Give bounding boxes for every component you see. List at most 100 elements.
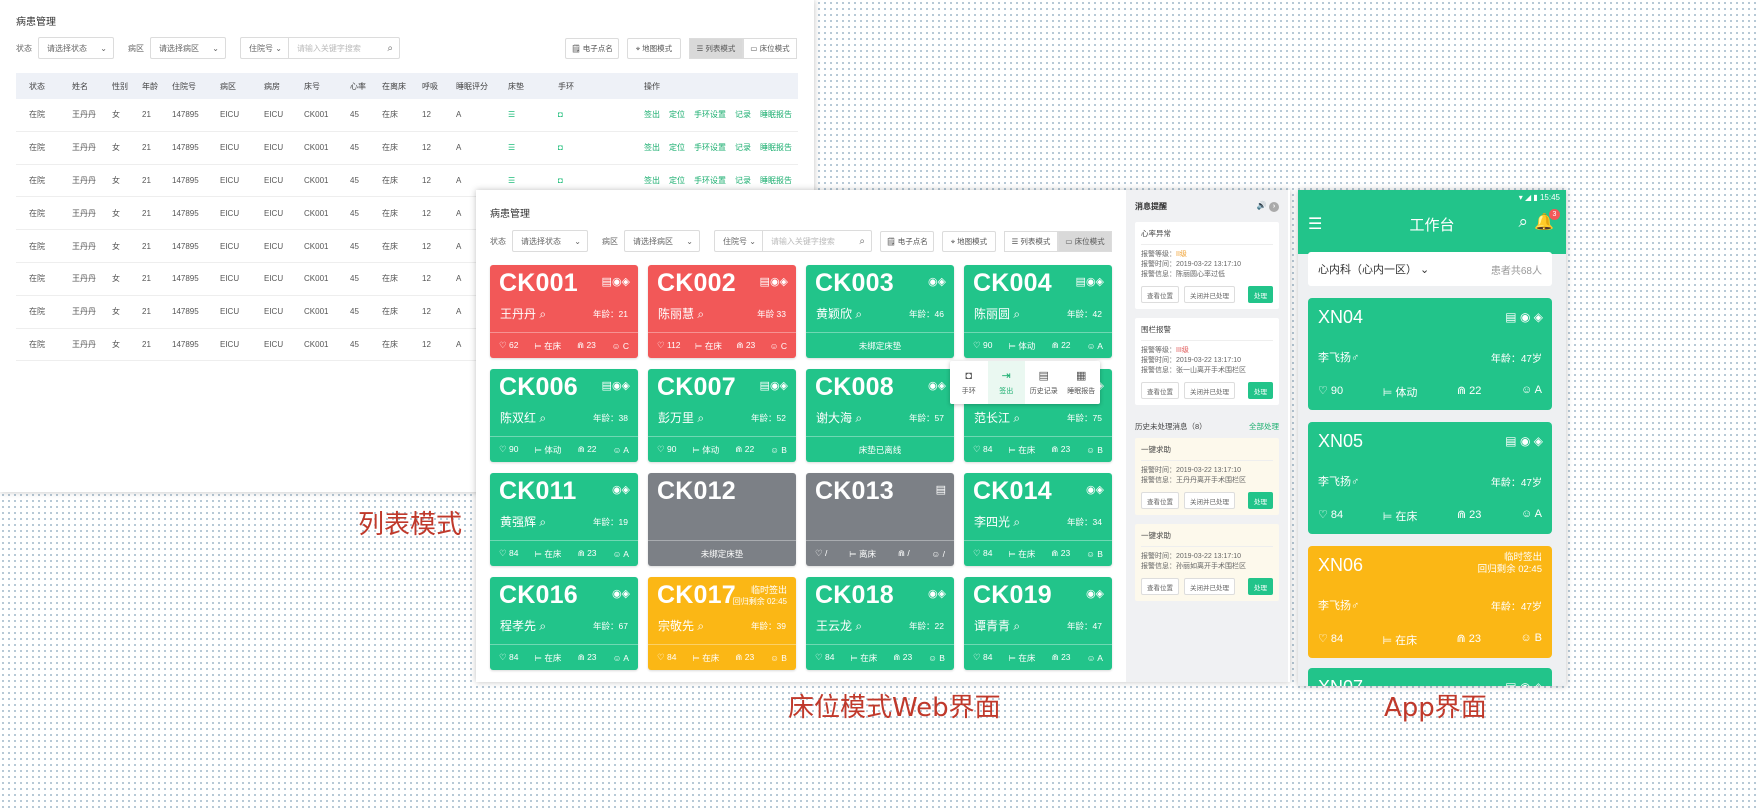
search-icon[interactable]: ⌕: [1010, 307, 1020, 321]
search-input[interactable]: 住院号 ⌄ 请输入关键字搜索 ⌕: [714, 230, 872, 252]
bed-state: ⊨ 在床: [695, 340, 722, 351]
action-link[interactable]: 睡眠报告: [760, 176, 792, 185]
bed-card[interactable]: CK012 未绑定床垫: [648, 473, 796, 566]
bed-card[interactable]: CK019 ◉◈ 谭青青 ⌕ 年龄：47 ♡ 84 ⊨ 在床 ⋒ 23 ☺ A: [964, 577, 1112, 670]
app-bed-card[interactable]: XN06 临时签出 回归剩余 02:45 李飞扬♂ 年龄：47岁 ♡ 84 ⊨ 在床 ⋒ 23…: [1308, 546, 1552, 658]
search-icon[interactable]: ⌕: [694, 307, 704, 321]
wristband-icon[interactable]: ◘: [558, 110, 644, 119]
search-icon[interactable]: ⌕: [536, 307, 546, 321]
bed-card[interactable]: CK006 ▤◉◈ 陈双红 ⌕ 年龄：38 ♡ 90 ⊨ 体动 ⋒ 22 ☺ A: [490, 369, 638, 462]
action-link[interactable]: 记录: [735, 143, 751, 152]
app-bed-card[interactable]: XN07 ▤ ◉ ◈: [1308, 668, 1552, 686]
bed-card[interactable]: CK017 临时签出 回归剩余 02:45 宗敬先 ⌕ 年龄：39 ♡ 84 ⊨ 在床 ⋒ 2…: [648, 577, 796, 670]
bed-card[interactable]: CK004 ▤◉◈ 陈丽圆 ⌕ 年龄：42 ♡ 90 ⊨ 体动 ⋒ 22 ☺ A: [964, 265, 1112, 358]
bed-card[interactable]: CK001 ▤◉◈ 王丹丹 ⌕ 年龄：21 ♡ 62 ⊨ 在床 ⋒ 23 ☺ C: [490, 265, 638, 358]
search-icon[interactable]: ⌕: [536, 515, 546, 529]
search-icon[interactable]: ⌕: [536, 619, 546, 633]
bed-card[interactable]: CK002 ▤◉◈ 陈丽慧 ⌕ 年龄 33 ♡ 112 ⊨ 在床 ⋒ 23 ☺ C: [648, 265, 796, 358]
wristband-icon[interactable]: ◘: [558, 176, 644, 185]
search-icon[interactable]: ⌕: [852, 619, 862, 633]
bed-mode-button[interactable]: ▭ 床位模式: [743, 38, 797, 59]
department-selector[interactable]: 心内科（心内一区） ⌄ 患者共68人: [1308, 252, 1552, 286]
popup-item[interactable]: ▤ 历史记录: [1025, 361, 1063, 404]
table-cell: A: [456, 143, 462, 153]
action-link[interactable]: 记录: [735, 176, 751, 185]
row-actions: 签出 定位 手环设置 记录 睡眠报告: [644, 109, 801, 120]
action-link[interactable]: 睡眠报告: [760, 143, 792, 152]
action-link[interactable]: 手环设置: [694, 143, 726, 152]
sign-button[interactable]: 🗒 电子点名: [565, 38, 619, 59]
status-select[interactable]: 请选择状态 ⌄: [38, 37, 114, 59]
close-handled-button[interactable]: 关闭并已处理: [1184, 492, 1235, 509]
handle-button[interactable]: 处理: [1248, 578, 1273, 595]
handle-button[interactable]: 处理: [1248, 492, 1273, 509]
action-link[interactable]: 手环设置: [694, 110, 726, 119]
action-link[interactable]: 签出: [644, 176, 660, 185]
search-icon[interactable]: ⌕: [694, 411, 704, 425]
action-link[interactable]: 手环设置: [694, 176, 726, 185]
locate-button[interactable]: 查看位置: [1141, 382, 1179, 399]
bed-card[interactable]: CK011 ◉◈ 黄强辉 ⌕ 年龄：19 ♡ 84 ⊨ 在床 ⋒ 23 ☺ A: [490, 473, 638, 566]
patient-name: 陈丽慧 ⌕: [658, 307, 705, 321]
search-icon[interactable]: ⌕: [852, 307, 862, 321]
locate-button[interactable]: 查看位置: [1141, 286, 1179, 303]
search-icon[interactable]: ⌕: [536, 411, 546, 425]
list-mode-button[interactable]: ☰ 列表模式: [1004, 231, 1058, 252]
action-link[interactable]: 睡眠报告: [760, 110, 792, 119]
speaker-icon[interactable]: 🔊: [1257, 201, 1267, 210]
bed-mode-button[interactable]: ▭ 床位模式: [1058, 231, 1112, 252]
action-link[interactable]: 定位: [669, 176, 685, 185]
search-icon[interactable]: ⌕: [852, 411, 862, 425]
list-mode-button[interactable]: ☰ 列表模式: [689, 38, 743, 59]
search-icon[interactable]: ⌕: [387, 43, 399, 54]
sleep-score-icon: ☺: [1520, 384, 1535, 396]
bed-card[interactable]: CK013 ▤ ♡ / ⊨ 离床 ⋒ / ☺ /: [806, 473, 954, 566]
table-cell: 在院: [29, 339, 45, 349]
locate-button[interactable]: 查看位置: [1141, 492, 1179, 509]
action-link[interactable]: 定位: [669, 110, 685, 119]
ward-select[interactable]: 请选择病区 ⌄: [150, 37, 226, 59]
table-cell: EICU: [264, 241, 284, 251]
table-cell: 在院: [29, 274, 45, 284]
sign-button[interactable]: 🗒 电子点名: [880, 231, 934, 252]
popup-item[interactable]: ▦ 睡眠报告: [1063, 361, 1101, 404]
column-header: 心率: [350, 81, 366, 91]
status-select[interactable]: 请选择状态 ⌄: [512, 230, 588, 252]
search-icon[interactable]: ⌕: [1010, 619, 1020, 633]
bed-card[interactable]: CK014 ◉◈ 李四光 ⌕ 年龄：34 ♡ 84 ⊨ 在床 ⋒ 23 ☺ B: [964, 473, 1112, 566]
wristband-icon[interactable]: ◘: [558, 143, 644, 152]
close-handled-button[interactable]: 关闭并已处理: [1184, 382, 1235, 399]
bed-card[interactable]: CK018 ◉◈ 王云龙 ⌕ 年龄：22 ♡ 84 ⊨ 在床 ⋒ 23 ☺ B: [806, 577, 954, 670]
popup-item[interactable]: ⇥ 签出: [987, 361, 1025, 404]
search-icon[interactable]: ⌕: [1518, 212, 1528, 232]
action-link[interactable]: 签出: [644, 143, 660, 152]
handle-button[interactable]: 处理: [1248, 382, 1273, 399]
close-icon[interactable]: ›: [1269, 201, 1279, 212]
locate-button[interactable]: 查看位置: [1141, 578, 1179, 595]
mattress-icon[interactable]: ☰: [508, 110, 558, 119]
bed-card[interactable]: CK016 ◉◈ 程孝先 ⌕ 年龄：67 ♡ 84 ⊨ 在床 ⋒ 23 ☺ A: [490, 577, 638, 670]
close-handled-button[interactable]: 关闭并已处理: [1184, 578, 1235, 595]
action-link[interactable]: 签出: [644, 110, 660, 119]
handle-all-link[interactable]: 全部处理: [1249, 421, 1279, 432]
app-bed-card[interactable]: XN05 ▤ ◉ ◈ 李飞扬♂ 年龄：47岁 ♡ 84 ⊨ 在床 ⋒ 23 ☺ A: [1308, 422, 1552, 534]
map-mode-button[interactable]: ⌖ 地图模式: [627, 38, 681, 59]
bed-card[interactable]: CK008 ◉◈ 谢大海 ⌕ 年龄：57 床垫已离线: [806, 369, 954, 462]
bed-card[interactable]: CK003 ◉◈ 黄颖欣 ⌕ 年龄：46 未绑定床垫: [806, 265, 954, 358]
mattress-icon[interactable]: ☰: [508, 143, 558, 152]
map-mode-button[interactable]: ⌖ 地图模式: [942, 231, 996, 252]
search-icon[interactable]: ⌕: [1010, 515, 1020, 529]
close-handled-button[interactable]: 关闭并已处理: [1184, 286, 1235, 303]
ward-select[interactable]: 请选择病区 ⌄: [624, 230, 700, 252]
mattress-icon[interactable]: ☰: [508, 176, 558, 185]
action-link[interactable]: 记录: [735, 110, 751, 119]
bed-card[interactable]: CK007 ▤◉◈ 彭万里 ⌕ 年龄：52 ♡ 90 ⊨ 体动 ⋒ 22 ☺ B: [648, 369, 796, 462]
action-link[interactable]: 定位: [669, 143, 685, 152]
search-input[interactable]: 住院号 ⌄ 请输入关键字搜索 ⌕: [240, 37, 400, 59]
popup-item[interactable]: ◘ 手环: [950, 361, 988, 404]
search-icon[interactable]: ⌕: [859, 236, 871, 247]
handle-button[interactable]: 处理: [1248, 286, 1273, 303]
app-bed-card[interactable]: XN04 ▤ ◉ ◈ 李飞扬♂ 年龄：47岁 ♡ 90 ⊨ 体动 ⋒ 22 ☺ A: [1308, 298, 1552, 410]
search-icon[interactable]: ⌕: [694, 619, 704, 633]
search-icon[interactable]: ⌕: [1010, 411, 1020, 425]
